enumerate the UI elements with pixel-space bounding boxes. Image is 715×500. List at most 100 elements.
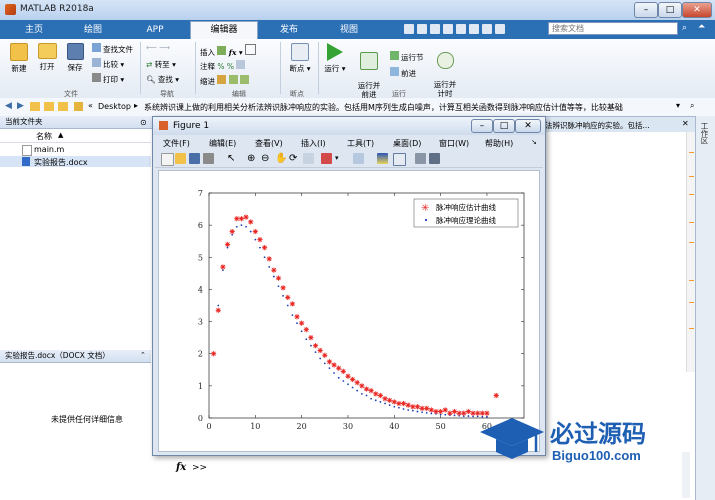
run-advance-button[interactable]: 运行并 前进 [352,43,386,99]
data-cursor-icon[interactable] [303,153,314,164]
maximize-button[interactable]: □ [658,2,682,18]
zoom-out-icon[interactable]: ⊖ [261,153,272,164]
brush-icon[interactable] [321,153,332,164]
open-button[interactable]: 打开 [34,43,60,72]
legend-entry-est: 脉冲响应估计曲线 [436,202,496,212]
indent-button[interactable]: 缩进 [200,75,250,87]
tab-editor[interactable]: 编辑器 [190,21,258,39]
find-button[interactable]: 🔍︎ 查找 ▾ [146,74,179,85]
compare-button[interactable]: 比较 ▾ [92,58,124,70]
path-dropdown-icon[interactable]: ▾ [676,101,680,110]
forward-icon[interactable]: ▶ [17,101,24,111]
menu-tools[interactable]: 工具(T) [347,138,374,149]
estimate-point [368,388,374,394]
list-item[interactable]: 实验报告.docx [0,156,151,167]
path-search-icon[interactable]: ⌕ [690,101,694,111]
find-files-button[interactable]: 查找文件 [92,43,133,55]
quick-access-toolbar [404,24,544,36]
watermark-text: 必过源码 [550,420,646,448]
show-plot-tools-icon[interactable] [429,153,440,164]
legend-marker-theory [424,218,428,222]
menu-desktop[interactable]: 桌面(D) [393,138,421,149]
colorbar-icon[interactable] [377,153,388,164]
tab-view[interactable]: 视图 [322,22,376,39]
path-root-icon [74,102,83,111]
menu-edit[interactable]: 编辑(E) [209,138,236,149]
search-icon[interactable]: ⌕ [682,23,687,33]
estimate-point [396,400,402,407]
estimate-point [340,368,346,374]
watermark-url: Biguo100.com [552,448,641,463]
menu-dock-icon[interactable]: ↘ [531,138,537,146]
advance-button[interactable]: 前进 [390,67,416,79]
menu-view[interactable]: 查看(V) [255,138,283,149]
fx-button[interactable]: fx [229,48,237,57]
editor-ribbon: 新建 打开 保存 查找文件 比较 ▾ 打印 ▾ 文件 ⟵ ⟶ ⇄ 转至 ▾ 🔍︎… [0,39,715,99]
back-icon[interactable]: ◀ [5,101,12,111]
minimize-button[interactable]: – [634,2,658,18]
workspace-tab[interactable]: 工作区 [699,122,710,145]
column-header[interactable]: 名称 ▲ [0,129,151,143]
path-tail[interactable]: 系统辨识课上做的利用相关分析法辨识脉冲响应的实验。包括用M序列生成白噪声，计算互… [144,102,674,113]
x-tick-label: 20 [297,422,307,431]
path-desktop[interactable]: Desktop [98,102,131,111]
run-advance-label: 运行并 前进 [357,81,381,99]
estimate-point [275,275,282,281]
compare-label: 比较 [103,60,118,69]
link-plot-icon[interactable] [353,153,364,164]
y-tick-label: 6 [198,221,203,230]
comment-button[interactable]: 注释 % % [200,60,246,72]
tab-plots[interactable]: 绘图 [66,22,120,39]
tab-apps[interactable]: APP [128,22,182,39]
browse-folder-icon[interactable] [44,102,54,111]
figure-title-bar[interactable]: Figure 1 – □ ✕ [153,117,545,135]
pointer-icon[interactable]: ↖ [227,153,238,164]
menu-insert[interactable]: 插入(I) [301,138,326,149]
theory-point [333,372,335,374]
rotate-3d-icon[interactable]: ⟳ [289,153,300,164]
pan-hand-icon[interactable]: ✋ [275,153,287,164]
estimate-point [345,373,351,379]
save-button[interactable]: 保存 [62,43,88,73]
figure-maximize-button[interactable]: □ [493,119,515,133]
theory-point [263,256,266,259]
legend-marker-est: ✳ [421,203,429,214]
panel-menu-icon[interactable]: ⊙ [140,118,147,127]
hide-plot-tools-icon[interactable] [415,153,426,164]
chart-legend[interactable]: ✳ 脉冲响应估计曲线 脉冲响应理论曲线 [413,198,519,228]
details-toggle-icon[interactable]: ⌃ [140,351,146,359]
menu-file[interactable]: 文件(F) [163,138,190,149]
figure-minimize-button[interactable]: – [471,119,493,133]
run-section-button[interactable]: 运行节 [390,51,424,63]
close-button[interactable]: ✕ [682,2,712,18]
run-time-button[interactable]: 运行并 计时 [428,43,462,98]
new-figure-icon[interactable] [161,153,174,166]
search-docs-input[interactable] [548,22,678,35]
editor-tab-close-icon[interactable]: ✕ [682,119,689,128]
save-figure-icon[interactable] [189,153,200,164]
folder-up-icon[interactable] [30,102,40,111]
list-item[interactable]: main.m [0,144,151,156]
x-tick-label: 10 [250,422,260,431]
menu-help[interactable]: 帮助(H) [485,138,513,149]
insert-button[interactable]: 插入 fx ▾ [200,44,257,58]
figure-window[interactable]: Figure 1 – □ ✕ 文件(F) 编辑(E) 查看(V) 插入(I) 工… [152,116,546,456]
open-file-icon[interactable] [175,153,186,164]
print-button[interactable]: 打印 ▾ [92,73,124,85]
menu-window[interactable]: 窗口(W) [439,138,469,149]
brush-dropdown-icon[interactable]: ▾ [335,154,339,162]
breakpoints-button[interactable]: 断点 ▾ [286,43,314,74]
file-name: 实验报告.docx [34,158,88,167]
run-button[interactable]: 运行 ▾ [322,43,348,74]
tab-publish[interactable]: 发布 [262,22,316,39]
goto-button[interactable]: ⇄ 转至 ▾ [146,59,176,70]
zoom-in-icon[interactable]: ⊕ [247,153,258,164]
new-button[interactable]: 新建 [6,43,32,74]
print-figure-icon[interactable] [203,153,214,164]
tab-home[interactable]: 主页 [8,22,60,39]
legend-icon[interactable] [393,153,406,166]
nav-arrows[interactable]: ⟵ ⟶ [146,43,170,52]
collapse-icon[interactable]: ⏶ [698,22,705,32]
theory-point [393,405,396,408]
figure-close-button[interactable]: ✕ [515,119,541,133]
